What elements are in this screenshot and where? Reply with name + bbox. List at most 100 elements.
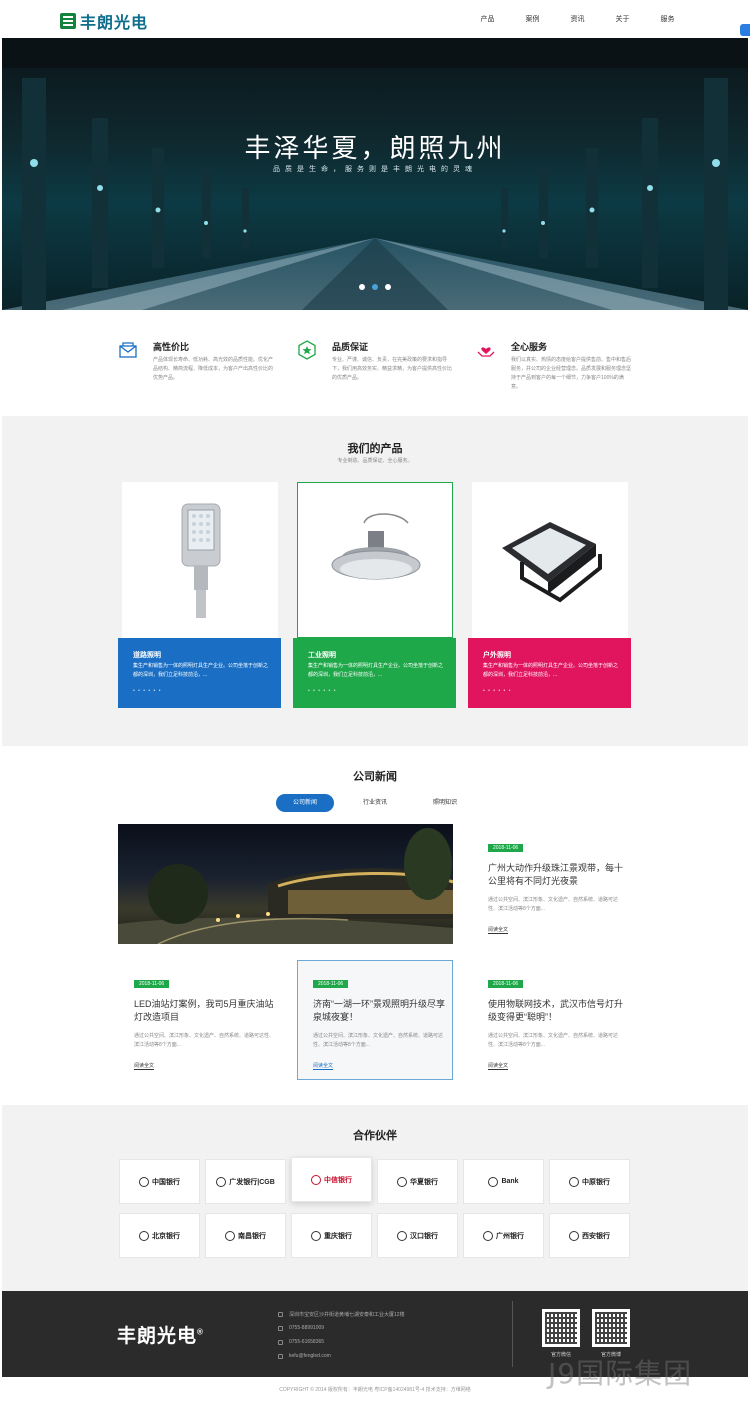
news-section: 公司新闻 公司新闻 行业资讯 照明知识 2018-11-06 广州大动作升级珠江…	[0, 746, 750, 1106]
shield-star-icon	[298, 340, 316, 360]
logo-text: 丰朗光电	[80, 15, 149, 32]
product-info: 户外照明 集生产和销售为一体的照明灯具生产企业。公司坐落于创新之都的深圳，我们立…	[468, 638, 631, 708]
product-desc: 集生产和销售为一体的照明灯具生产企业。公司坐落于创新之都的深圳，我们立足科技前沿…	[133, 663, 269, 678]
bank-icon	[483, 1230, 493, 1241]
mail-icon	[278, 1353, 283, 1359]
news-title: LED油站灯案例，我司5月重庆油站灯改造项目	[134, 999, 274, 1022]
partners-title: 合作伙伴	[353, 1130, 397, 1142]
tab-industry-news[interactable]: 行业资讯	[346, 794, 404, 812]
footer-divider	[512, 1301, 513, 1367]
hero-title: 丰泽华夏，朗照九州	[244, 133, 506, 163]
logo-icon	[60, 13, 76, 29]
feature-title: 全心服务	[511, 342, 548, 352]
nav-item-service[interactable]: 服务	[645, 14, 690, 24]
product-dots: • • • • • •	[483, 688, 512, 694]
bank-icon	[139, 1176, 149, 1187]
news-desc: 通过公共空间、滨江形象、文化遗产、自然系统、道路可达性、滨江活动等8个方面...	[488, 1033, 619, 1048]
slider-dot-2[interactable]	[372, 284, 378, 290]
bank-icon	[397, 1176, 407, 1187]
featured-news[interactable]: 2018-11-06 广州大动作升级珠江景观带，每十公里将有不同灯光夜景 通过公…	[488, 836, 624, 936]
footer-address: 深圳市宝安区沙井街道黄埔七湖安泰和工业大厦12楼	[278, 1311, 405, 1318]
nav-item-cases[interactable]: 案例	[510, 14, 555, 24]
site-header: 丰朗光电 产品 案例 资讯 关于 服务	[0, 0, 750, 38]
footer-logo[interactable]: 丰朗光电®	[117, 1321, 204, 1348]
street-light-image	[181, 503, 221, 618]
partner-logo[interactable]: 北京银行	[119, 1213, 200, 1258]
products-section: 我们的产品 专业制造、品质保证、全心服务。 道路照明 集生产和销售为一体的照明灯…	[2, 416, 748, 746]
read-more-link[interactable]: 阅读全文	[488, 1062, 509, 1070]
footer-email[interactable]: kefu@fengled.com	[278, 1353, 331, 1359]
news-title: 公司新闻	[353, 771, 397, 783]
slider-dot-3[interactable]	[385, 284, 391, 290]
site-logo[interactable]: 丰朗光电	[60, 9, 148, 33]
news-title: 广州大动作升级珠江景观带，每十公里将有不同灯光夜景	[488, 863, 624, 886]
read-more-link[interactable]: 阅读全文	[134, 1062, 155, 1070]
hero-subtitle: 品质是生命，服务则是丰朗光电的灵魂	[273, 166, 477, 173]
product-name: 户外照明	[483, 652, 511, 659]
watermark: J9国际集团	[548, 1357, 693, 1390]
partners-section: 合作伙伴 中国银行 广发银行|CGB 中信银行 华夏银行 Bank 中原银行 北…	[2, 1105, 748, 1291]
nav-item-about[interactable]: 关于	[600, 14, 645, 24]
nav-item-news[interactable]: 资讯	[555, 14, 600, 24]
feature-desc: 产品体现长寿命、低功耗、高光效的品质性能。优化产品结构、精简流程、降低成本，为客…	[153, 357, 274, 381]
bank-icon	[397, 1230, 407, 1241]
news-desc: 通过公共空间、滨江形象、文化遗产、自然系统、道路可达性、滨江活动等8个方面...	[134, 1033, 275, 1048]
featured-news-image[interactable]	[118, 824, 453, 944]
partner-logo[interactable]: 广发银行|CGB	[205, 1159, 286, 1204]
product-card-road[interactable]: 道路照明 集生产和销售为一体的照明灯具生产企业。公司坐落于创新之都的深圳，我们立…	[118, 482, 281, 708]
translate-icon[interactable]	[740, 24, 750, 36]
product-dots: • • • • • •	[308, 688, 337, 694]
news-title: 使用物联网技术，武汉市信号灯升级变得更“聪明”！	[488, 999, 624, 1022]
product-info: 道路照明 集生产和销售为一体的照明灯具生产企业。公司坐落于创新之都的深圳，我们立…	[118, 638, 281, 708]
wechat-qr-code	[542, 1309, 580, 1347]
news-tabs: 公司新闻 行业资讯 照明知识	[276, 794, 486, 812]
feature-title: 高性价比	[153, 342, 190, 352]
footer-phone-2: 0755-61658365	[278, 1339, 324, 1345]
partner-logo[interactable]: 重庆银行	[291, 1213, 372, 1258]
partner-logo[interactable]: 广州银行	[463, 1213, 544, 1258]
tab-company-news[interactable]: 公司新闻	[276, 794, 334, 812]
partner-logo[interactable]: 中国银行	[119, 1159, 200, 1204]
news-item[interactable]: 2018-11-06 LED油站灯案例，我司5月重庆油站灯改造项目 通过公共空间…	[134, 972, 274, 1072]
hero-background-image	[2, 38, 748, 310]
bank-icon	[311, 1230, 321, 1241]
product-image	[297, 482, 453, 638]
product-image	[472, 482, 628, 638]
product-desc: 集生产和销售为一体的照明灯具生产企业。公司坐落于创新之都的深圳，我们立足科技前沿…	[308, 663, 444, 678]
nav-item-products[interactable]: 产品	[465, 14, 510, 24]
news-desc: 通过公共空间、滨江形象、文化遗产、自然系统、道路可达性、滨江活动等8个方面...	[313, 1033, 444, 1048]
partner-logo[interactable]: 南昌银行	[205, 1213, 286, 1258]
phone-icon	[278, 1325, 283, 1331]
partner-logo[interactable]: 西安银行	[549, 1213, 630, 1258]
products-title: 我们的产品	[347, 443, 403, 455]
product-info: 工业照明 集生产和销售为一体的照明灯具生产企业。公司坐落于创新之都的深圳，我们立…	[293, 638, 456, 708]
tab-lighting-knowledge[interactable]: 照明知识	[416, 794, 474, 812]
feature-desc: 专业、严谨、诚信、负责，在完美政策的要求和指导下，我们用高效务实、精益求精，为客…	[332, 357, 453, 381]
product-card-outdoor[interactable]: 户外照明 集生产和销售为一体的照明灯具生产企业。公司坐落于创新之都的深圳，我们立…	[468, 482, 631, 708]
read-more-link[interactable]: 阅读全文	[488, 926, 509, 934]
read-more-link[interactable]: 阅读全文	[313, 1062, 334, 1070]
hand-heart-icon	[477, 347, 495, 357]
partner-logo[interactable]: 华夏银行	[377, 1159, 458, 1204]
flood-light-image	[502, 522, 602, 603]
phone-icon	[278, 1339, 283, 1345]
news-item[interactable]: 2018-11-06 济南“一湖一环”景观照明升级尽享泉城夜宴！ 通过公共空间、…	[313, 972, 447, 1072]
slider-dot-1[interactable]	[359, 284, 365, 290]
partner-logo[interactable]: 中信银行	[291, 1157, 372, 1202]
product-card-industrial[interactable]: 工业照明 集生产和销售为一体的照明灯具生产企业。公司坐落于创新之都的深圳，我们立…	[293, 482, 456, 708]
partner-logo[interactable]: 中原银行	[549, 1159, 630, 1204]
bank-icon	[569, 1176, 579, 1187]
footer-phone-1: 0755-88991009	[278, 1325, 324, 1331]
features-section: 高性价比 产品体现长寿命、低功耗、高光效的品质性能。优化产品结构、精简流程、降低…	[0, 310, 750, 416]
bank-icon	[488, 1176, 499, 1187]
location-icon	[278, 1312, 283, 1317]
high-bay-light-image	[331, 513, 421, 580]
news-item[interactable]: 2018-11-06 使用物联网技术，武汉市信号灯升级变得更“聪明”！ 通过公共…	[488, 972, 626, 1072]
partner-logo[interactable]: Bank	[463, 1159, 544, 1204]
news-date: 2018-11-06	[488, 844, 524, 852]
envelope-icon	[119, 342, 137, 358]
bank-icon	[139, 1230, 149, 1241]
news-desc: 通过公共空间、滨江形象、文化遗产、自然系统、道路可达性、滨江活动等8个方面...	[488, 897, 619, 912]
partner-logo[interactable]: 汉口银行	[377, 1213, 458, 1258]
main-nav: 产品 案例 资讯 关于 服务	[465, 14, 690, 24]
